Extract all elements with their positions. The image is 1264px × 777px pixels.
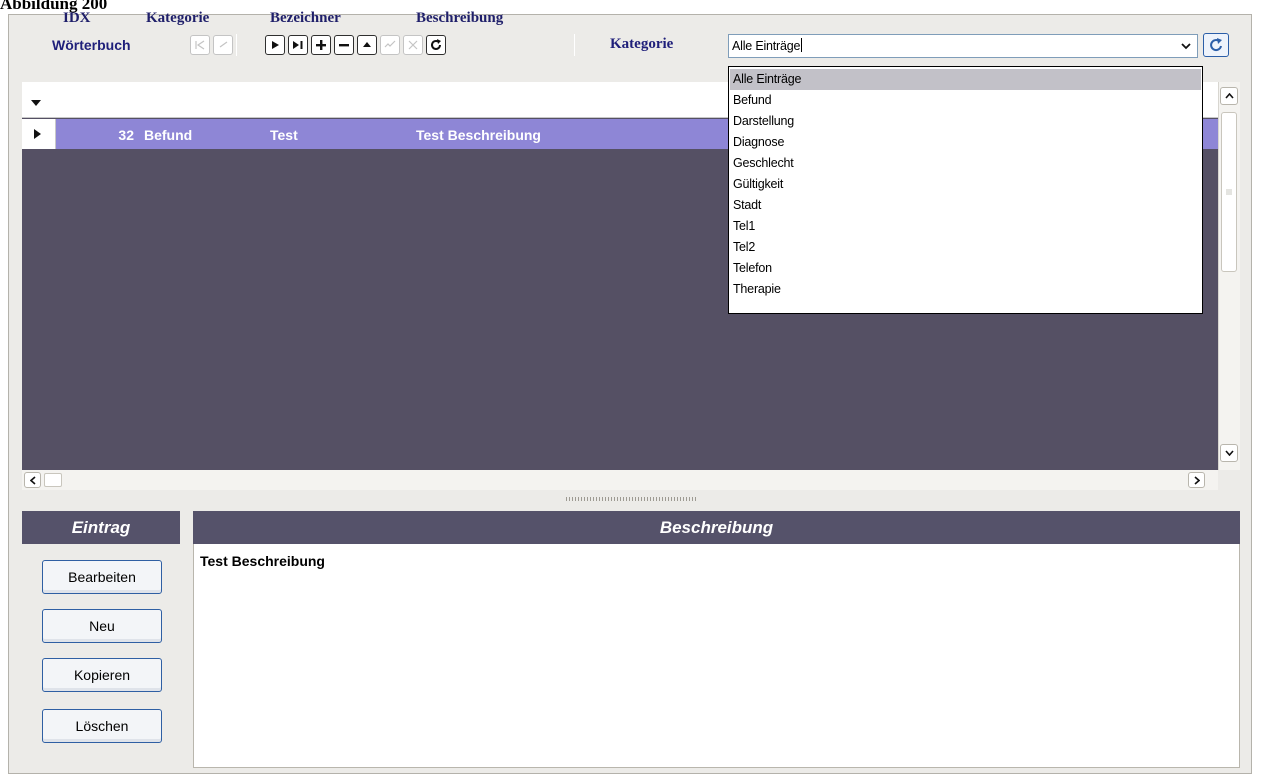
dropdown-option-gueltigkeit[interactable]: Gültigkeit <box>730 174 1201 195</box>
dropdown-option-alle-eintraege[interactable]: Alle Einträge <box>730 69 1201 90</box>
description-text[interactable]: Test Beschreibung <box>200 553 325 569</box>
scroll-down-icon[interactable] <box>1220 444 1238 462</box>
toolbar-separator <box>236 34 237 56</box>
dropdown-option-stadt[interactable]: Stadt <box>730 195 1201 216</box>
cell-beschreibung[interactable]: Test Beschreibung <box>416 127 541 143</box>
dropdown-option-befund[interactable]: Befund <box>730 90 1201 111</box>
prior-record-icon[interactable] <box>213 35 233 55</box>
description-panel-title: Beschreibung <box>193 511 1240 544</box>
dropdown-option-tel2[interactable]: Tel2 <box>730 237 1201 258</box>
next-record-icon[interactable] <box>265 35 285 55</box>
reload-category-button[interactable] <box>1203 33 1229 57</box>
cell-bezeichner[interactable]: Test <box>270 127 298 143</box>
category-combobox-value[interactable]: Alle Einträge <box>732 38 802 53</box>
scroll-left-icon[interactable] <box>24 472 41 488</box>
first-record-icon[interactable] <box>190 35 210 55</box>
dropdown-option-tel1[interactable]: Tel1 <box>730 216 1201 237</box>
delete-record-icon[interactable] <box>334 35 354 55</box>
dropdown-option-geschlecht[interactable]: Geschlecht <box>730 153 1201 174</box>
scroll-right-icon[interactable] <box>1188 472 1205 488</box>
copy-button[interactable]: Kopieren <box>42 658 162 692</box>
dropdown-option-diagnose[interactable]: Diagnose <box>730 132 1201 153</box>
category-dropdown-list[interactable]: Alle Einträge Befund Darstellung Diagnos… <box>728 66 1203 314</box>
refresh-data-icon[interactable] <box>426 35 446 55</box>
reload-icon <box>1210 38 1222 52</box>
entry-panel-title: Eintrag <box>22 511 180 544</box>
column-menu-icon[interactable] <box>30 94 42 112</box>
cell-kategorie[interactable]: Befund <box>144 127 192 143</box>
edit-record-icon[interactable] <box>357 35 377 55</box>
column-header-kategorie[interactable]: Kategorie <box>146 10 209 27</box>
current-row-icon <box>34 129 41 139</box>
horizontal-scrollbar[interactable] <box>22 470 1218 490</box>
column-header-bezeichner[interactable]: Bezeichner <box>270 10 341 27</box>
last-record-icon[interactable] <box>288 35 308 55</box>
horizontal-scroll-thumb[interactable] <box>44 473 62 487</box>
panel-splitter[interactable] <box>566 497 696 501</box>
description-memo[interactable] <box>193 544 1240 768</box>
edit-button[interactable]: Bearbeiten <box>42 560 162 594</box>
cancel-edit-icon[interactable] <box>403 35 423 55</box>
column-header-idx[interactable]: IDX <box>63 10 91 27</box>
dropdown-option-darstellung[interactable]: Darstellung <box>730 111 1201 132</box>
toolbar-separator <box>574 34 575 56</box>
dropdown-option-therapie[interactable]: Therapie <box>730 279 1201 300</box>
insert-record-icon[interactable] <box>311 35 331 55</box>
column-header-beschreibung[interactable]: Beschreibung <box>416 10 503 27</box>
post-edit-icon[interactable] <box>380 35 400 55</box>
category-combobox[interactable]: Alle Einträge <box>728 34 1198 58</box>
vertical-scroll-thumb[interactable] <box>1221 112 1237 272</box>
cell-idx[interactable]: 32 <box>60 127 134 143</box>
delete-button[interactable]: Löschen <box>42 709 162 743</box>
figure-caption: Abbildung 200 <box>0 0 108 13</box>
dropdown-option-telefon[interactable]: Telefon <box>730 258 1201 279</box>
row-indicator[interactable] <box>22 119 56 149</box>
chevron-down-icon[interactable] <box>1176 36 1196 56</box>
new-button[interactable]: Neu <box>42 609 162 643</box>
dictionary-title: Wörterbuch <box>52 37 131 53</box>
scroll-up-icon[interactable] <box>1220 87 1238 105</box>
category-label: Kategorie <box>610 36 674 52</box>
